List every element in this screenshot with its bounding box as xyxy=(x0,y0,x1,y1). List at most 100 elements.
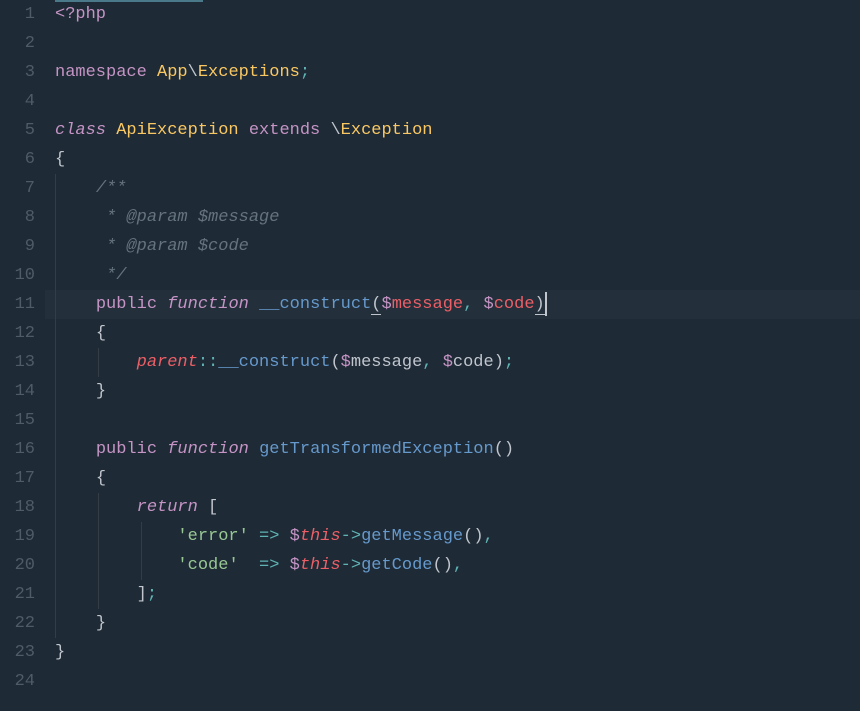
line-number: 4 xyxy=(0,87,35,116)
code-line-23[interactable]: } xyxy=(45,638,860,667)
line-number: 8 xyxy=(0,203,35,232)
keyword-namespace: namespace xyxy=(55,63,147,82)
variable: code xyxy=(453,353,494,372)
double-colon: :: xyxy=(198,353,218,372)
indent-guide xyxy=(55,609,56,638)
code-line-11[interactable]: public function __construct($message, $c… xyxy=(45,290,860,319)
code-line-16[interactable]: public function getTransformedException(… xyxy=(45,435,860,464)
keyword-class: class xyxy=(55,121,106,140)
code-line-5[interactable]: class ApiException extends \Exception xyxy=(45,116,860,145)
code-line-10[interactable]: */ xyxy=(45,261,860,290)
parent-keyword: parent xyxy=(137,353,198,372)
code-line-17[interactable]: { xyxy=(45,464,860,493)
namespace-separator: \ xyxy=(188,63,198,82)
code-line-22[interactable]: } xyxy=(45,609,860,638)
php-open-tag: <?php xyxy=(55,5,106,24)
object-arrow: -> xyxy=(341,527,361,546)
indent-guide xyxy=(55,261,56,290)
line-number: 9 xyxy=(0,232,35,261)
keyword-return: return xyxy=(137,498,198,517)
close-brace: } xyxy=(96,382,106,401)
line-number: 11 xyxy=(0,290,35,319)
double-arrow: => xyxy=(259,556,279,575)
code-content[interactable]: <?php namespace App\Exceptions; class Ap… xyxy=(45,0,860,711)
keyword-extends: extends xyxy=(249,121,320,140)
class-name: ApiException xyxy=(116,121,238,140)
close-paren: ) xyxy=(473,527,483,546)
indent-guide xyxy=(55,435,56,464)
code-line-19[interactable]: 'error' => $this->getMessage(), xyxy=(45,522,860,551)
code-line-13[interactable]: parent::__construct($message, $code); xyxy=(45,348,860,377)
function-name: getTransformedException xyxy=(259,440,494,459)
open-brace: { xyxy=(96,469,106,488)
line-number: 19 xyxy=(0,522,35,551)
docblock-open: /** xyxy=(96,179,127,198)
param-var: $message xyxy=(198,208,280,227)
open-paren: ( xyxy=(494,440,504,459)
variable: code xyxy=(494,295,535,314)
method-call: getMessage xyxy=(361,527,463,546)
param-tag: @param xyxy=(126,237,187,256)
keyword-public: public xyxy=(96,295,157,314)
code-line-2[interactable] xyxy=(45,29,860,58)
string-quote: ' xyxy=(177,556,187,575)
string-literal: code xyxy=(188,556,229,575)
line-number: 21 xyxy=(0,580,35,609)
double-arrow: => xyxy=(259,527,279,546)
code-line-24[interactable] xyxy=(45,667,860,696)
indent-guide xyxy=(98,348,99,377)
indent-guide xyxy=(141,522,142,551)
indent-guide xyxy=(98,493,99,522)
code-line-8[interactable]: * @param $message xyxy=(45,203,860,232)
code-line-3[interactable]: namespace App\Exceptions; xyxy=(45,58,860,87)
open-bracket: [ xyxy=(208,498,218,517)
code-line-1[interactable]: <?php xyxy=(45,0,860,29)
this-keyword: this xyxy=(300,527,341,546)
code-line-20[interactable]: 'code' => $this->getCode(), xyxy=(45,551,860,580)
method-call: __construct xyxy=(218,353,330,372)
code-editor[interactable]: 1 2 3 4 5 6 7 8 9 10 11 12 13 14 15 16 1… xyxy=(0,0,860,711)
namespace-part: App xyxy=(157,63,188,82)
open-paren: ( xyxy=(330,353,340,372)
indent-guide xyxy=(55,493,56,522)
variable: message xyxy=(351,353,422,372)
code-line-15[interactable] xyxy=(45,406,860,435)
code-line-12[interactable]: { xyxy=(45,319,860,348)
indent-guide xyxy=(98,522,99,551)
line-number: 12 xyxy=(0,319,35,348)
code-line-6[interactable]: { xyxy=(45,145,860,174)
close-bracket: ] xyxy=(137,585,147,604)
indent-guide xyxy=(55,232,56,261)
keyword-public: public xyxy=(96,440,157,459)
open-brace: { xyxy=(55,150,65,169)
indent-guide xyxy=(98,580,99,609)
close-brace: } xyxy=(55,643,65,662)
line-number: 13 xyxy=(0,348,35,377)
code-line-18[interactable]: return [ xyxy=(45,493,860,522)
string-literal: error xyxy=(188,527,239,546)
indent-guide xyxy=(55,377,56,406)
indent-guide xyxy=(55,464,56,493)
code-line-9[interactable]: * @param $code xyxy=(45,232,860,261)
line-number: 7 xyxy=(0,174,35,203)
indent-guide xyxy=(55,406,56,435)
indent-guide xyxy=(55,522,56,551)
function-name: __construct xyxy=(259,295,371,314)
dollar-sign: $ xyxy=(381,295,391,314)
string-quote: ' xyxy=(177,527,187,546)
code-line-14[interactable]: } xyxy=(45,377,860,406)
line-number-gutter: 1 2 3 4 5 6 7 8 9 10 11 12 13 14 15 16 1… xyxy=(0,0,45,711)
dollar-sign: $ xyxy=(290,556,300,575)
code-line-4[interactable] xyxy=(45,87,860,116)
string-quote: ' xyxy=(228,556,238,575)
parent-class: Exception xyxy=(341,121,433,140)
code-line-21[interactable]: ]; xyxy=(45,580,860,609)
line-number: 23 xyxy=(0,638,35,667)
indent-guide xyxy=(55,551,56,580)
namespace-separator: \ xyxy=(330,121,340,140)
code-line-7[interactable]: /** xyxy=(45,174,860,203)
line-number: 14 xyxy=(0,377,35,406)
semicolon: ; xyxy=(504,353,514,372)
open-paren: ( xyxy=(433,556,443,575)
dollar-sign: $ xyxy=(443,353,453,372)
